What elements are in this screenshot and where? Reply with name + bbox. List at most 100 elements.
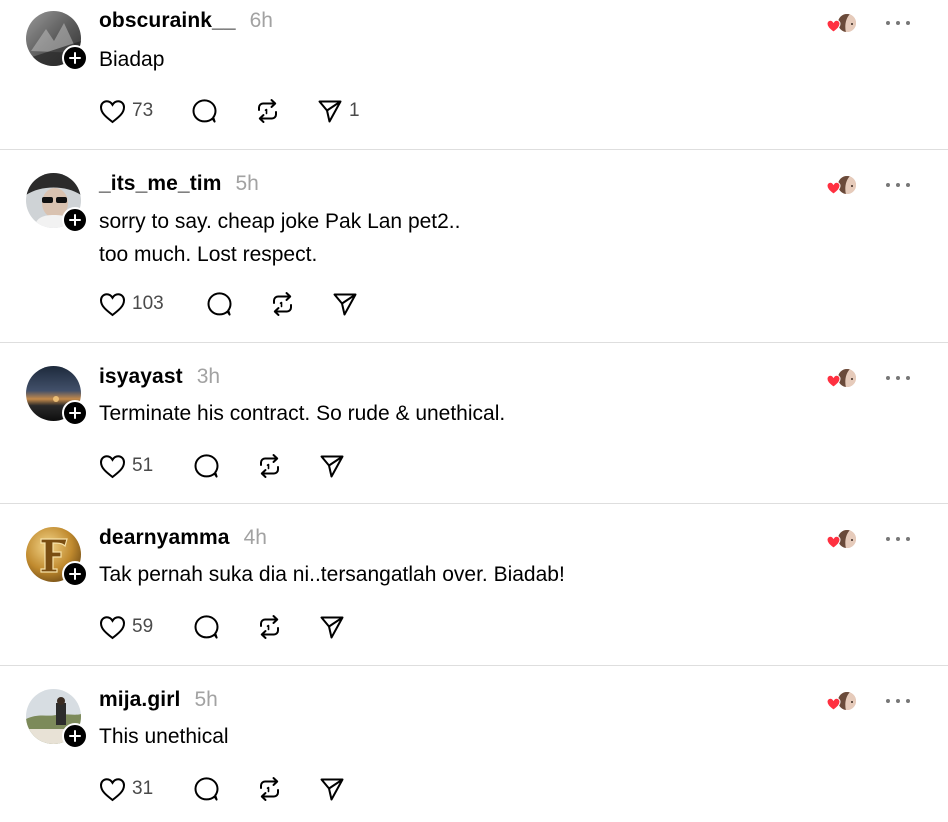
reaction-avatar[interactable] [826, 367, 860, 393]
post-text-line: sorry to say. cheap joke Pak Lan pet2.. [99, 210, 461, 233]
action-bar: 59 [99, 612, 345, 642]
post-text-line: Terminate his contract. So rude & unethi… [99, 402, 506, 425]
repost-icon [260, 454, 279, 478]
like-count: 103 [132, 293, 164, 314]
reactor-face-image [838, 530, 856, 548]
like-button[interactable]: 103 [99, 292, 206, 317]
username[interactable]: _its_me_tim [99, 172, 222, 196]
username[interactable]: obscuraink__ [99, 9, 236, 33]
like-button[interactable]: 73 [99, 99, 191, 124]
like-button[interactable]: 51 [99, 454, 193, 479]
reply-button[interactable] [206, 291, 233, 317]
plus-icon [69, 407, 81, 419]
follow-button[interactable] [62, 207, 88, 233]
more-options-icon[interactable] [886, 179, 910, 191]
action-bar: 73 1 [99, 96, 360, 126]
reactor-face-image [838, 176, 856, 194]
more-options-icon[interactable] [886, 372, 910, 384]
reply-button[interactable] [191, 98, 218, 124]
username[interactable]: isyayast [99, 365, 183, 389]
reaction-avatar[interactable] [826, 174, 860, 200]
post-header: isyayast 3h [99, 365, 220, 389]
reply-post: mija.girl 5h This unethical 31 [0, 666, 948, 822]
post-text: Biadap [99, 43, 164, 76]
post-text-line: too much. Lost respect. [99, 243, 318, 266]
reply-button[interactable] [193, 614, 220, 640]
heart-reaction-icon [826, 535, 841, 549]
reply-button[interactable] [193, 453, 220, 479]
like-count: 31 [132, 778, 154, 799]
post-text: sorry to say. cheap joke Pak Lan pet2.. … [99, 205, 460, 271]
action-bar: 103 [99, 289, 358, 319]
comment-icon [194, 777, 219, 801]
repost-icon [258, 99, 277, 123]
like-count: 73 [132, 100, 154, 121]
share-button[interactable]: 1 [317, 98, 360, 124]
follow-button[interactable] [62, 400, 88, 426]
heart-icon [99, 99, 126, 123]
plus-icon [69, 730, 81, 742]
repost-button[interactable] [256, 453, 283, 479]
share-button[interactable] [319, 453, 345, 479]
post-text: Terminate his contract. So rude & unethi… [99, 397, 505, 430]
reactor-face-image [838, 369, 856, 387]
like-button[interactable]: 59 [99, 615, 193, 640]
share-button[interactable] [332, 291, 358, 317]
action-bar: 51 [99, 451, 345, 481]
avatar-container[interactable] [26, 689, 88, 749]
replies-feed: obscuraink__ 6h Biadap 73 1 _its_me_tim … [0, 0, 948, 822]
avatar-container[interactable] [26, 527, 88, 587]
more-options-icon[interactable] [886, 17, 910, 29]
avatar-container[interactable] [26, 366, 88, 426]
repost-icon [260, 777, 279, 801]
like-button[interactable]: 31 [99, 777, 193, 802]
reaction-avatar[interactable] [826, 690, 860, 716]
timestamp: 4h [243, 526, 267, 549]
username[interactable]: mija.girl [99, 688, 180, 712]
post-header: _its_me_tim 5h [99, 172, 259, 196]
more-options-icon[interactable] [886, 533, 910, 545]
share-button[interactable] [319, 776, 345, 802]
heart-icon [99, 292, 126, 316]
heart-reaction-icon [826, 181, 841, 195]
follow-button[interactable] [62, 723, 88, 749]
reactor-face-image [838, 692, 856, 710]
reply-post: isyayast 3h Terminate his contract. So r… [0, 343, 948, 504]
reply-button[interactable] [193, 776, 220, 802]
action-bar: 31 [99, 774, 345, 804]
follow-button[interactable] [62, 45, 88, 71]
comment-icon [194, 615, 219, 639]
like-count: 51 [132, 455, 154, 476]
send-icon [320, 455, 344, 478]
reaction-avatar[interactable] [826, 528, 860, 554]
avatar-container[interactable] [26, 173, 88, 233]
plus-icon [69, 568, 81, 580]
repost-button[interactable] [254, 98, 281, 124]
reactor-face-image [838, 14, 856, 32]
comment-icon [194, 454, 219, 478]
post-text: Tak pernah suka dia ni..tersangatlah ove… [99, 558, 565, 591]
username[interactable]: dearnyamma [99, 526, 230, 550]
heart-icon [99, 777, 126, 801]
plus-icon [69, 214, 81, 226]
share-button[interactable] [319, 614, 345, 640]
post-header: dearnyamma 4h [99, 526, 267, 550]
reply-post: obscuraink__ 6h Biadap 73 1 [0, 0, 948, 150]
heart-icon [99, 615, 126, 639]
repost-button[interactable] [256, 614, 283, 640]
plus-icon [69, 52, 81, 64]
reply-post: _its_me_tim 5h sorry to say. cheap joke … [0, 150, 948, 343]
repost-button[interactable] [256, 776, 283, 802]
follow-button[interactable] [62, 561, 88, 587]
avatar-container[interactable] [26, 11, 88, 71]
comment-icon [207, 292, 232, 316]
heart-reaction-icon [826, 697, 841, 711]
post-text: This unethical [99, 720, 229, 753]
repost-button[interactable] [269, 291, 296, 317]
reaction-avatar[interactable] [826, 12, 860, 38]
post-text-line: Tak pernah suka dia ni..tersangatlah ove… [99, 563, 565, 586]
repost-icon [260, 615, 279, 639]
like-count: 59 [132, 616, 154, 637]
post-text-line: This unethical [99, 725, 229, 748]
more-options-icon[interactable] [886, 695, 910, 707]
